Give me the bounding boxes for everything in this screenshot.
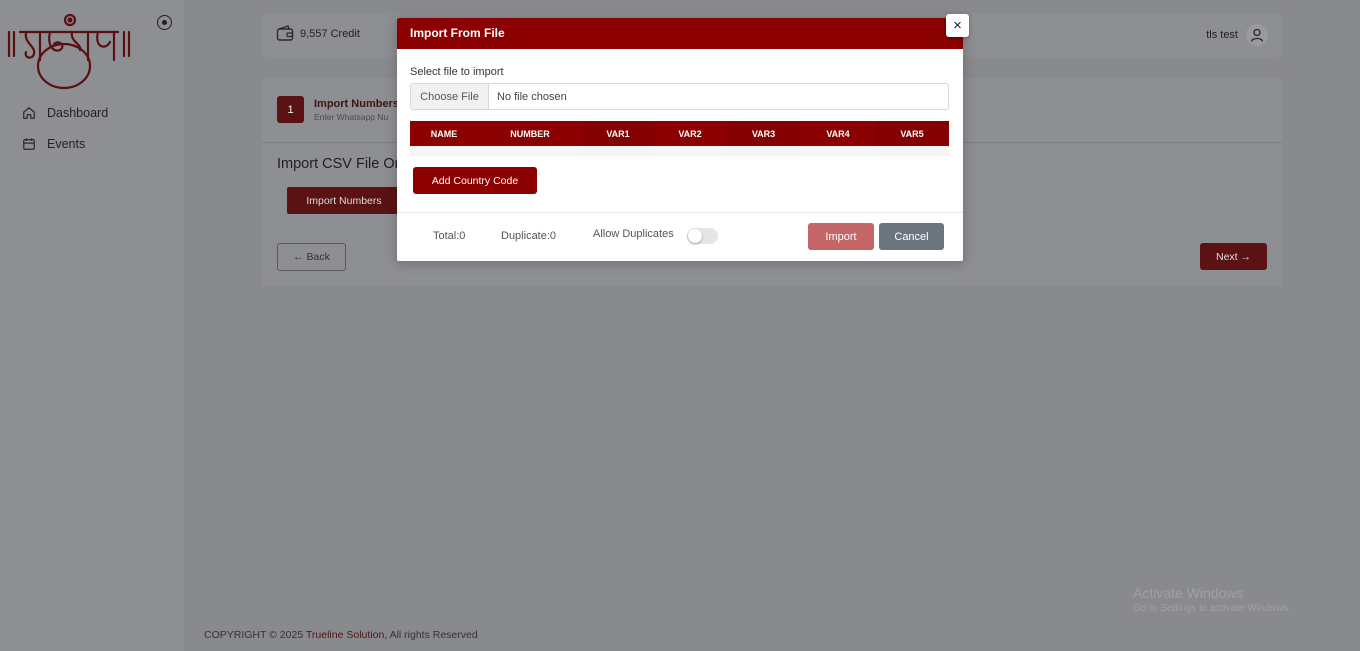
- footer: COPYRIGHT © 2025 Trueline Solution, All …: [204, 629, 478, 641]
- modal-footer-divider: [397, 212, 963, 213]
- step-title: Import Numbers: [314, 98, 399, 110]
- import-from-file-modal: Import From File Select file to import C…: [397, 18, 963, 261]
- column-header-number: NUMBER: [510, 128, 550, 139]
- modal-title: Import From File: [410, 26, 505, 40]
- total-count: Total:0: [433, 230, 466, 242]
- choose-file-button[interactable]: Choose File: [411, 84, 489, 109]
- step-subtitle: Enter Whatsapp Nu: [314, 112, 389, 122]
- import-numbers-button[interactable]: Import Numbers: [287, 187, 401, 214]
- windows-activation-watermark: Activate Windows Go to Settings to activ…: [1133, 585, 1291, 614]
- preview-table-header: NAME NUMBER VAR1 VAR2 VAR3 VAR4 VAR5: [410, 121, 949, 146]
- duplicate-count: Duplicate:0: [501, 230, 557, 242]
- back-button[interactable]: ← Back: [277, 243, 346, 271]
- next-button[interactable]: Next →: [1200, 243, 1267, 270]
- file-input[interactable]: Choose File No file chosen: [410, 83, 949, 110]
- import-button[interactable]: Import: [808, 223, 874, 250]
- avatar[interactable]: [1246, 24, 1268, 46]
- footer-brand-link[interactable]: Trueline Solution: [306, 629, 384, 641]
- credit-text: 9,557 Credit: [300, 27, 360, 40]
- allow-duplicates-toggle[interactable]: [687, 228, 718, 244]
- column-header-var4: VAR4: [826, 128, 850, 139]
- allow-duplicates-label: Allow Duplicates: [593, 228, 674, 240]
- amantranam-logo[interactable]: [6, 10, 136, 92]
- wallet-icon: [276, 25, 294, 41]
- user-name: tls test: [1206, 29, 1238, 41]
- sidebar-item-dashboard[interactable]: Dashboard: [22, 106, 108, 120]
- watermark-line1: Activate Windows: [1133, 585, 1244, 601]
- column-header-name: NAME: [430, 128, 458, 139]
- credit-display: 9,557 Credit: [276, 25, 360, 42]
- modal-header: Import From File: [397, 18, 963, 49]
- calendar-icon: [23, 138, 35, 150]
- column-header-var2: VAR2: [678, 128, 702, 139]
- sidebar-item-events[interactable]: Events: [22, 137, 85, 151]
- file-label: Select file to import: [410, 66, 504, 78]
- add-country-code-button[interactable]: Add Country Code: [413, 167, 537, 194]
- column-header-var3: VAR3: [726, 121, 801, 146]
- close-icon[interactable]: ×: [946, 14, 969, 37]
- cancel-button[interactable]: Cancel: [879, 223, 944, 250]
- section-heading: Import CSV File Or: [277, 156, 400, 172]
- sidebar-item-label: Dashboard: [47, 106, 109, 120]
- footer-suffix: , All rights Reserved: [384, 629, 478, 641]
- sidebar-toggle-icon[interactable]: [157, 15, 172, 30]
- column-header-var1: VAR1: [582, 121, 654, 146]
- home-icon: [23, 107, 35, 119]
- sidebar: Dashboard Events: [0, 0, 184, 651]
- user-menu[interactable]: tls test: [1206, 24, 1268, 46]
- file-status: No file chosen: [497, 90, 567, 103]
- preview-table-body: [410, 146, 949, 156]
- footer-prefix: COPYRIGHT © 2025: [204, 629, 306, 641]
- watermark-line2: Go to Settings to activate Windows.: [1133, 603, 1291, 614]
- toggle-knob: [688, 229, 702, 243]
- sidebar-item-label: Events: [47, 137, 86, 151]
- user-icon: [1250, 28, 1264, 42]
- step-number-badge: 1: [277, 96, 304, 123]
- column-header-var5: VAR5: [875, 121, 949, 146]
